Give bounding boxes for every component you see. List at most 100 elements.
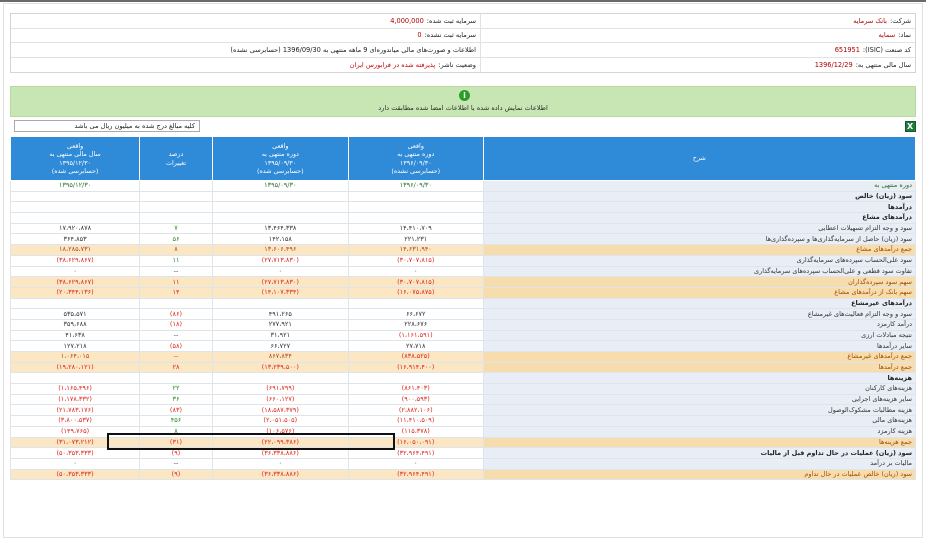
row-value-c3: -- bbox=[139, 265, 213, 278]
row-value-c2 bbox=[211, 190, 349, 203]
row-value-c3: ۷ bbox=[139, 222, 213, 235]
row-description: سود (زیان) عملیات در حال تداوم قبل از ما… bbox=[482, 447, 917, 459]
table-row: هزینه کارمزد (۱۱۵،۳۷۸) (۱۰۶،۵۷۶) ۸ (۱۴۹،۷۶۵) bbox=[9, 425, 917, 438]
row-value-c1: ۲۲۱،۲۳۱ bbox=[347, 233, 484, 246]
table-row: جمع درآمدهای غیرمشاع (۸۳۸،۵۲۵) ۸۶۷،۸۳۴ -- ۱،… bbox=[9, 351, 917, 363]
header-col4-line: واقعی bbox=[66, 141, 84, 150]
row-value-c2: (۱۴،۱۰۷،۳۳۴) bbox=[211, 286, 349, 299]
info-icon: i bbox=[459, 90, 470, 101]
status-label: وضعیت ناشر: bbox=[438, 60, 476, 69]
row-value-c4: (۵۰،۳۵۳،۳۳۳) bbox=[9, 447, 141, 459]
header-col1-line: واقعی bbox=[407, 141, 424, 150]
header-col2-line: ۱۳۹۵/۰۹/۳۰ bbox=[264, 158, 297, 167]
header-col4-line: ۱۳۹۵/۱۲/۳۰ bbox=[59, 158, 91, 167]
row-description: هزینه کارمزد bbox=[482, 425, 917, 438]
row-description: سود (زیان) حاصل از سرمایه‌گذاری‌ها و سپر… bbox=[482, 233, 917, 246]
symbol-value: سمایه bbox=[878, 31, 896, 40]
unregistered-capital-value: 0 bbox=[417, 31, 422, 40]
company-label: شرکت: bbox=[890, 16, 911, 25]
row-value-c2: (۱۸،۵۸۷،۳۷۹) bbox=[211, 404, 349, 417]
row-description: سود (زیان) خالص عملیات در حال تداوم bbox=[482, 468, 917, 481]
header-desc: شرح bbox=[482, 136, 917, 181]
row-value-c1: (۱۱۵،۳۷۸) bbox=[347, 425, 484, 438]
excel-icon[interactable] bbox=[905, 121, 916, 132]
row-value-c1: ۰ bbox=[347, 457, 484, 470]
row-description: هزینه‌ها bbox=[482, 372, 917, 385]
row-value-c3: (۳۱) bbox=[139, 436, 213, 449]
header-col4-line: سال مالی منتهی به bbox=[49, 150, 101, 158]
isic-cell: کد صنعت (ISIC): 651951 bbox=[480, 43, 915, 57]
row-description: جمع درآمدهای مشاع bbox=[482, 244, 917, 256]
row-value-c2: (۶۹۱،۷۹۹) bbox=[211, 383, 349, 395]
row-description: درآمدهای مشاع bbox=[482, 212, 917, 224]
row-value-c1 bbox=[347, 190, 484, 203]
row-value-c1: ۲۷،۷۱۸ bbox=[347, 340, 484, 352]
row-value-c2: (۱۳،۲۳۹،۵۰۰) bbox=[211, 361, 349, 374]
table-row: سایر هزینه‌های اجرایی (۹۰۰،۵۹۳) (۶۶۰،۱۲۷) ۳… bbox=[9, 393, 917, 406]
row-value-c4: (۲۰،۳۴۴،۱۳۶) bbox=[9, 286, 141, 299]
row-value-c2: (۶۶۰،۱۲۷) bbox=[211, 393, 349, 406]
fiscal-cell: سال مالی منتهی به: 1396/12/29 bbox=[480, 57, 915, 72]
status-value: پذیرفته شده در فرابورس ایران bbox=[349, 60, 436, 69]
table-body: دوره منتهی به ۱۳۹۶/۰۹/۳۰ ۱۳۹۵/۰۹/۳۰ ۱۳۹۵/۱۲… bbox=[9, 180, 917, 481]
row-value-c2: ۲۷۷،۹۲۱ bbox=[211, 318, 349, 331]
row-value-c2: ۴۹۱،۲۶۵ bbox=[211, 308, 349, 320]
row-value-c4: (۱،۱۷۸،۳۳۲) bbox=[9, 393, 141, 406]
company-cell: شرکت: بانک سرمایه bbox=[480, 14, 915, 28]
registered-capital-value: 4,000,000 bbox=[390, 16, 424, 25]
table-row: سود (زیان) عملیات در حال تداوم قبل از ما… bbox=[9, 447, 917, 459]
table-row: مالیات بر درآمد ۰ ۰ -- ۰ bbox=[9, 457, 917, 470]
verification-notice: i اطلاعات نمایش داده شده با اطلاعات امضا… bbox=[10, 86, 916, 117]
table-row: سهم سود سپرده‌گذاران (۳۰،۷۰۷،۸۱۵) (۲۷،۷۱۳،… bbox=[9, 276, 917, 288]
header-col2-line: (حسابرسی شده) bbox=[256, 167, 304, 175]
table-row: جمع درآمدها (۱۶،۹۱۴،۴۰۰) (۱۳،۲۳۹،۵۰۰) ۲۸ (۱۹… bbox=[9, 361, 917, 374]
row-value-c3 bbox=[139, 212, 213, 224]
header-col2-line: دوره منتهی به bbox=[261, 150, 299, 158]
table-row: هزینه‌های کارکنان (۸۶۱،۴۰۳) (۶۹۱،۷۹۹) ۲۲ (۱،… bbox=[9, 383, 917, 395]
row-description: سهم بانک از درآمدهای مشاع bbox=[482, 286, 917, 299]
row-description: سود علی‌الحساب سپرده‌های سرمایه‌گذاری bbox=[482, 254, 917, 267]
symbol-cell: نماد: سمایه bbox=[480, 28, 915, 42]
row-value-c1: ۶۶،۶۷۲ bbox=[347, 308, 484, 320]
row-value-c2 bbox=[211, 212, 349, 224]
row-value-c1: (۱۶،۰۵۰،۰۹۱) bbox=[347, 436, 484, 449]
row-value-c1: (۱۶،۹۱۴،۴۰۰) bbox=[347, 361, 484, 374]
notice-text: اطلاعات نمایش داده شده با اطلاعات امضا ش… bbox=[378, 104, 548, 112]
row-value-c2: ۱۳۹۵/۰۹/۳۰ bbox=[211, 180, 349, 192]
row-description: هزینه مطالبات مشکوک‌الوصول bbox=[482, 404, 917, 417]
row-description: جمع درآمدهای غیرمشاع bbox=[482, 351, 917, 363]
row-value-c2: (۳۶،۳۳۸،۸۸۶) bbox=[211, 468, 349, 481]
row-value-c2: ۸۶۷،۸۳۴ bbox=[211, 351, 349, 363]
row-value-c2: (۲۷،۷۱۳،۸۳۰) bbox=[211, 276, 349, 288]
row-value-c2: (۲،۰۵۱،۵۰۵) bbox=[211, 415, 349, 427]
row-value-c4: (۱۹،۲۸۰،۱۲۱) bbox=[9, 361, 141, 374]
table-row: سود (زیان) خالص bbox=[9, 190, 917, 203]
fiscal-value: 1396/12/29 bbox=[814, 60, 853, 69]
row-value-c3: -- bbox=[139, 329, 213, 342]
top-border-line bbox=[0, 0, 926, 2]
table-row: هزینه مطالبات مشکوک‌الوصول (۲،۸۸۲،۱۰۶) (۱۸… bbox=[9, 404, 917, 417]
row-value-c4: ۴۱،۶۳۸ bbox=[9, 329, 141, 342]
row-description: سود و وجه التزام فعالیت‌های غیرمشاع bbox=[482, 308, 917, 320]
row-value-c3 bbox=[139, 372, 213, 385]
table-row: تفاوت سود قطعی و علی‌الحساب سپرده‌های سر… bbox=[9, 265, 917, 278]
row-value-c3: ۱۴ bbox=[139, 286, 213, 299]
row-value-c1: (۳۲،۹۶۴،۴۹۱) bbox=[347, 447, 484, 459]
info-row-symbol: نماد: سمایه سرمایه ثبت نشده: 0 bbox=[11, 28, 915, 43]
table-row: سود (زیان) خالص عملیات در حال تداوم (۳۲،۹… bbox=[9, 468, 917, 481]
table-row: سود علی‌الحساب سپرده‌های سرمایه‌گذاری (۳۰… bbox=[9, 254, 917, 267]
row-value-c3: ۲۲ bbox=[139, 383, 213, 395]
row-value-c1: (۸۶۱،۴۰۳) bbox=[347, 383, 484, 395]
row-value-c3: (۵۸) bbox=[139, 340, 213, 352]
row-value-c4: ۱،۰۶۴،۰۱۵ bbox=[9, 351, 141, 363]
row-value-c4 bbox=[9, 201, 141, 214]
row-value-c3: ۴۵۶ bbox=[139, 415, 213, 427]
row-description: تفاوت سود قطعی و علی‌الحساب سپرده‌های سر… bbox=[482, 265, 917, 278]
row-value-c4: ۰ bbox=[9, 265, 141, 278]
table-row: هزینه‌ها bbox=[9, 372, 917, 385]
row-description: درآمدهای غیرمشاع bbox=[482, 297, 917, 310]
row-value-c2: ۰ bbox=[211, 457, 349, 470]
statement-text: اطلاعات و صورت‌های مالی میاندوره‌ای 9 ما… bbox=[230, 45, 476, 54]
row-value-c2: (۲۲،۰۹۹،۳۸۶) bbox=[211, 436, 349, 449]
row-value-c2 bbox=[211, 372, 349, 385]
